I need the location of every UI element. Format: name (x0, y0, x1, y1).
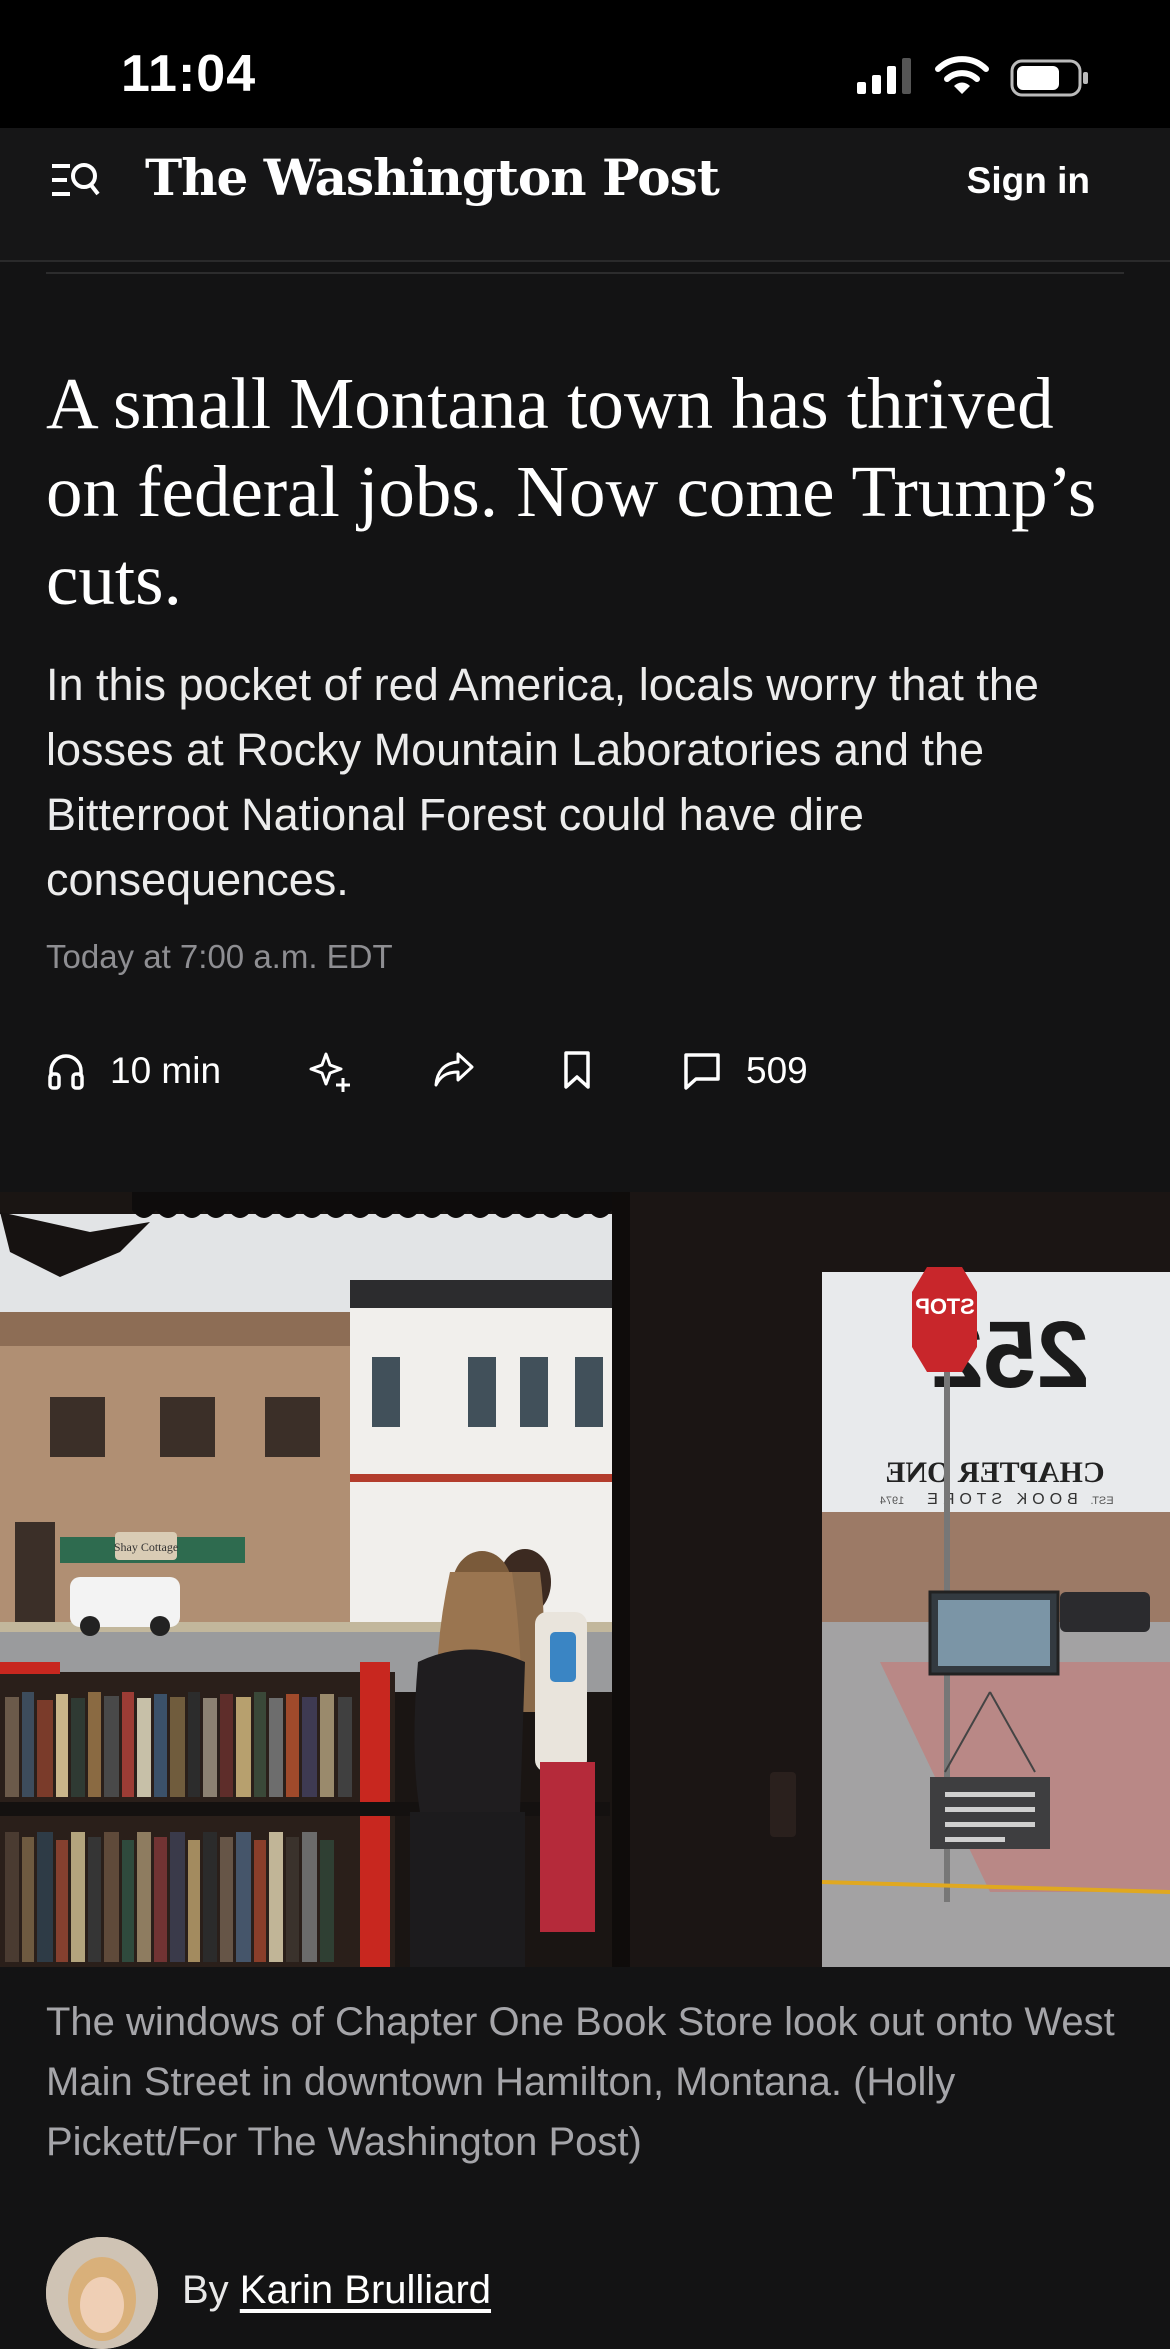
window-year: 1974 (880, 1495, 904, 1507)
window-store-name: CHAPTER ONE (885, 1456, 1104, 1489)
sign-in-button[interactable]: Sign in (967, 160, 1090, 202)
ai-summary-button[interactable] (308, 1050, 352, 1094)
listen-duration: 10 min (110, 1050, 222, 1091)
author-link[interactable]: Karin Brulliard (240, 2268, 491, 2312)
headphones-icon (48, 1054, 84, 1090)
status-time: 11:04 (121, 45, 257, 103)
comments-button[interactable]: 509 (682, 1050, 808, 1092)
author-photo (46, 2237, 158, 2349)
stop-sign (912, 1267, 977, 1372)
share-icon (434, 1052, 474, 1087)
listen-button[interactable]: 10 min (46, 1050, 221, 1092)
header-divider (46, 272, 1124, 274)
stop-sign-text: STOP (915, 1294, 975, 1319)
byline-prefix: By (182, 2268, 240, 2312)
sparkle-icon (309, 1052, 350, 1092)
wifi-icon (935, 56, 989, 94)
bookmark-icon (564, 1051, 590, 1089)
cafe-sign-text: Shay Cottage (114, 1540, 178, 1554)
lead-photo[interactable]: Shay Cottage 252 CHAPTER ONE BOOK STORE … (0, 1192, 1170, 1967)
top-navigation-bar: The Washington Post Sign in (0, 128, 1170, 262)
menu-search-icon[interactable] (50, 158, 100, 204)
share-button[interactable] (432, 1050, 476, 1090)
status-bar: 11:04 (0, 0, 1170, 128)
article-dek: In this pocket of red America, locals wo… (46, 659, 1039, 905)
save-button[interactable] (560, 1050, 594, 1090)
comment-count: 509 (746, 1050, 808, 1091)
comment-icon (684, 1053, 720, 1090)
article-timestamp: Today at 7:00 a.m. EDT (46, 938, 393, 975)
byline: By Karin Brulliard (182, 2268, 491, 2313)
article-headline: A small Montana town has thrived on fede… (46, 363, 1097, 620)
photo-caption: The windows of Chapter One Book Store lo… (46, 2000, 1115, 2164)
author-avatar[interactable] (46, 2237, 158, 2349)
cellular-signal-icon (857, 58, 911, 94)
article-actions: 10 min 509 (46, 1050, 1046, 1104)
battery-icon (1010, 59, 1088, 97)
window-est: EST. (1090, 1495, 1113, 1507)
washington-post-logo[interactable]: The Washington Post (145, 148, 720, 207)
